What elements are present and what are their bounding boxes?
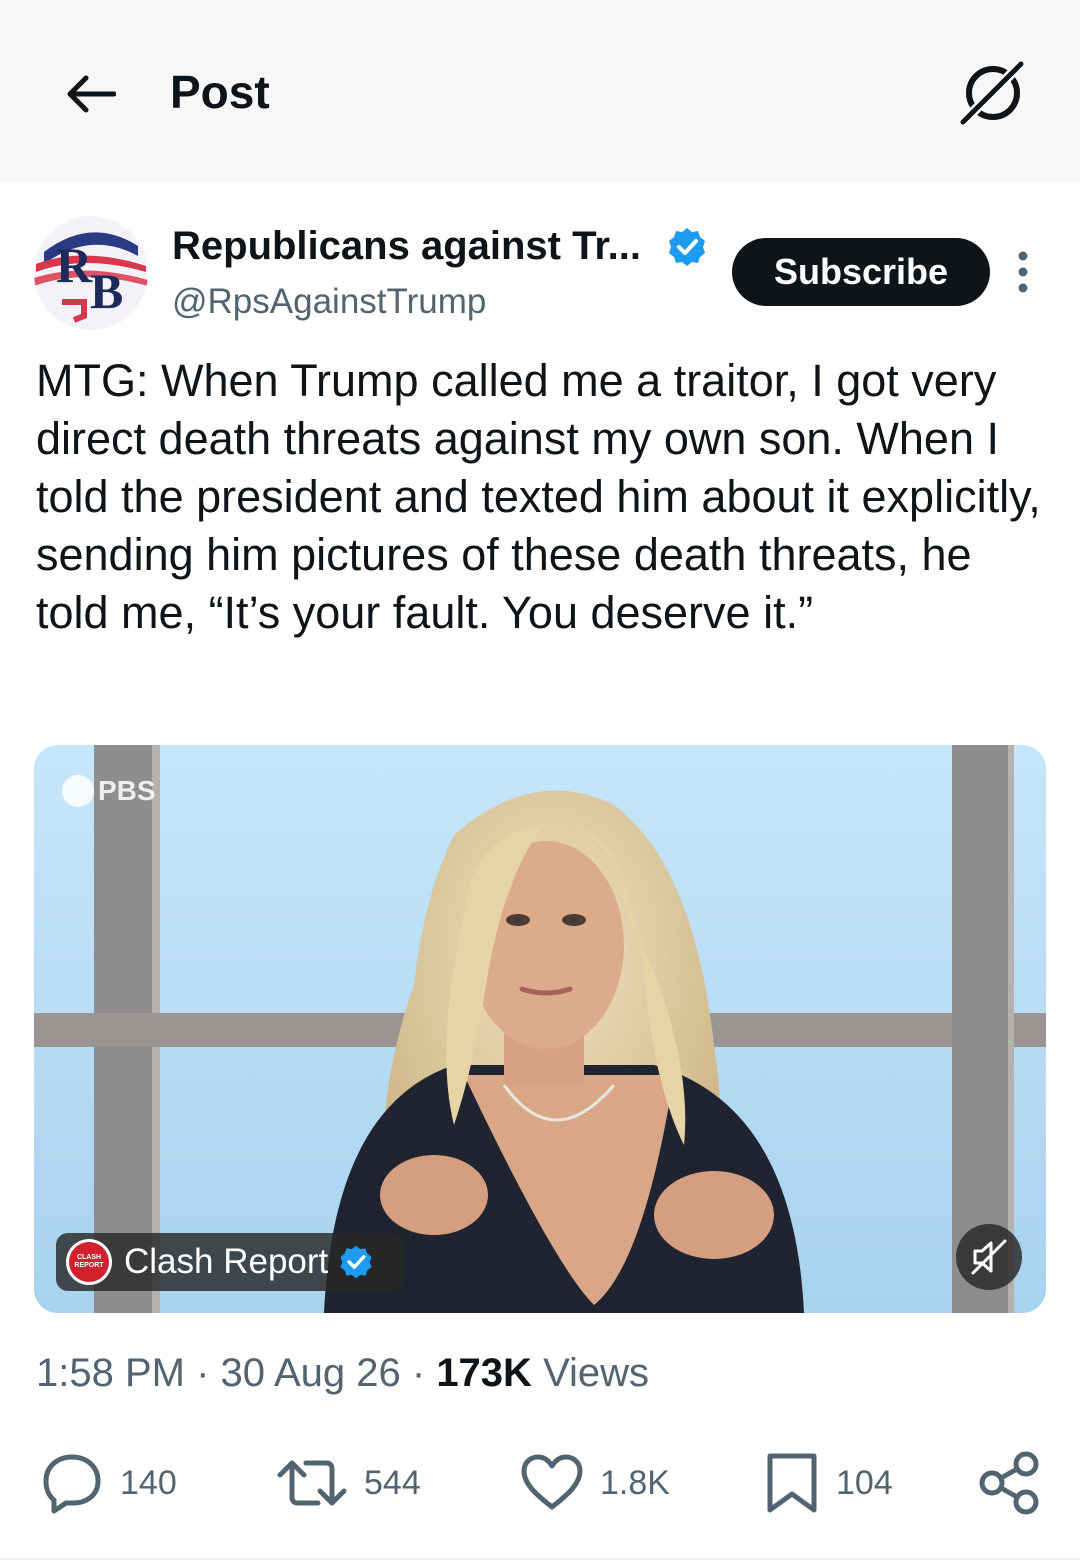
post-text: MTG: When Trump called me a traitor, I g… — [36, 355, 1041, 638]
more-options-button[interactable] — [1006, 250, 1040, 294]
repost-button[interactable]: 544 — [276, 1445, 421, 1521]
reply-count: 140 — [120, 1463, 177, 1502]
author-handle[interactable]: @RpsAgainstTrump — [172, 280, 486, 324]
back-button[interactable] — [60, 68, 120, 120]
share-button[interactable] — [976, 1445, 1042, 1521]
top-app-bar: Post — [0, 0, 1080, 182]
like-button[interactable]: 1.8K — [520, 1445, 670, 1521]
verified-badge-icon — [340, 1245, 372, 1279]
clash-report-logo-icon: CLASH REPORT — [66, 1239, 112, 1285]
post-meta-row: 1:58 PM · 30 Aug 26 · 173K Views — [36, 1348, 649, 1398]
meta-separator: · — [196, 1351, 210, 1395]
arrow-left-icon — [67, 75, 116, 113]
reply-button[interactable]: 140 — [40, 1445, 177, 1521]
bookmark-count: 104 — [836, 1463, 893, 1502]
page-title: Post — [170, 66, 270, 118]
subscribe-button[interactable]: Subscribe — [732, 238, 990, 306]
repost-icon — [277, 1460, 347, 1506]
avatar-logo: R B — [34, 216, 148, 330]
volume-muted-icon — [971, 1239, 1007, 1275]
pbs-watermark: PBS — [62, 775, 156, 807]
views-label: Views — [543, 1351, 650, 1395]
mute-toggle-button[interactable] — [956, 1224, 1022, 1290]
share-icon — [979, 1451, 1039, 1515]
repost-count: 544 — [364, 1463, 421, 1502]
grok-icon — [959, 60, 1025, 126]
verified-badge-icon — [669, 228, 705, 266]
like-count: 1.8K — [600, 1463, 670, 1502]
author-display-name[interactable]: Republicans against Tr... — [172, 222, 641, 270]
meta-separator: · — [411, 1351, 426, 1395]
grok-button[interactable] — [954, 58, 1030, 128]
bookmark-button[interactable]: 104 — [764, 1445, 893, 1521]
post-date: 30 Aug 26 — [220, 1351, 401, 1395]
post-time: 1:58 PM — [36, 1351, 185, 1395]
avatar[interactable]: R B — [34, 216, 148, 330]
pbs-logo-icon — [62, 775, 94, 807]
video-source-chip[interactable]: CLASH REPORT Clash Report — [56, 1233, 404, 1291]
heart-icon — [521, 1454, 583, 1510]
svg-text:R: R — [56, 237, 93, 293]
post-action-bar: 140 544 1.8K 104 — [0, 1445, 1080, 1521]
pbs-watermark-text: PBS — [98, 775, 156, 806]
post-author-row: R B Republicans against Tr... @RpsAgains… — [0, 210, 1080, 330]
video-frame — [34, 745, 1046, 1313]
divider — [0, 1558, 1080, 1560]
svg-text:B: B — [90, 263, 123, 319]
video-source-name: Clash Report — [124, 1242, 329, 1281]
more-vertical-icon — [1018, 251, 1028, 293]
video-player[interactable]: PBS CLASH REPORT Clash Report — [34, 745, 1046, 1313]
reply-icon — [43, 1454, 101, 1514]
views-count[interactable]: 173K — [436, 1351, 532, 1395]
bookmark-icon — [767, 1453, 817, 1513]
clash-report-logo-text: CLASH REPORT — [69, 1242, 109, 1282]
